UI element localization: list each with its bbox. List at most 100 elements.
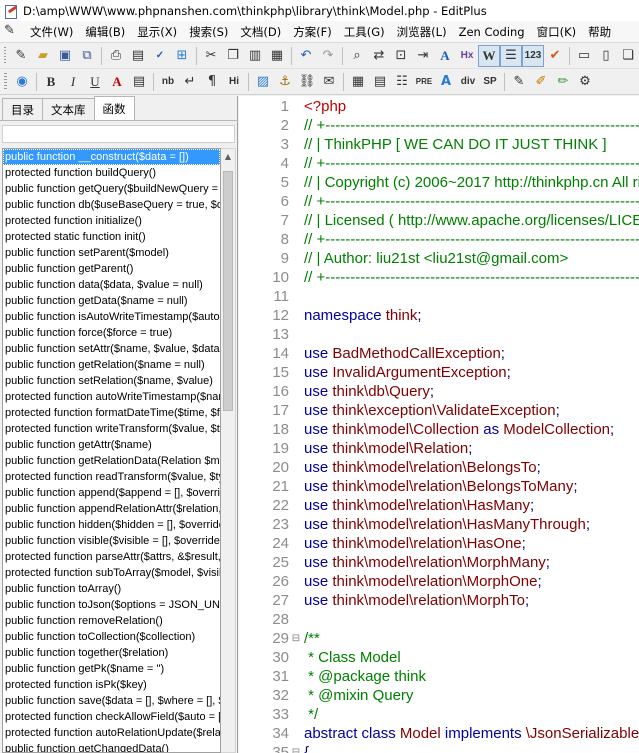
function-list-item[interactable]: public function save($data = [], $where … <box>3 693 220 709</box>
code-line[interactable]: use think\model\relation\BelongsTo; <box>304 458 541 477</box>
check-icon[interactable]: ✔ <box>544 45 566 67</box>
function-list-item[interactable]: protected function isPk($key) <box>3 677 220 693</box>
function-list-item[interactable]: public function getPk($name = '') <box>3 661 220 677</box>
code-line[interactable]: use think\model\relation\HasOne; <box>304 534 526 553</box>
code-line[interactable]: // | Copyright (c) 2006~2017 http://thin… <box>304 173 639 192</box>
code-line[interactable]: use think\model\Collection as ModelColle… <box>304 420 614 439</box>
font-icon[interactable]: A <box>434 45 456 67</box>
code-line[interactable]: <?php <box>304 97 346 116</box>
function-list-item[interactable]: protected function buildQuery() <box>3 165 220 181</box>
function-list-item[interactable]: public function toCollection($collection… <box>3 629 220 645</box>
code-line[interactable]: */ <box>304 705 318 724</box>
code-line[interactable]: use InvalidArgumentException; <box>304 363 511 382</box>
scrollbar-thumb[interactable] <box>223 171 233 411</box>
image-icon[interactable]: ▨ <box>252 71 274 93</box>
toolbar-grip[interactable] <box>4 72 7 91</box>
code-line[interactable]: abstract class Model implements \JsonSer… <box>304 724 639 743</box>
email-icon[interactable]: ✉ <box>318 71 340 93</box>
function-list-item[interactable]: public function append($append = [], $ov… <box>3 485 220 501</box>
style-icon[interactable]: ✏ <box>552 71 574 93</box>
code-line[interactable]: * Class Model <box>304 648 401 667</box>
save-icon[interactable]: ▣ <box>54 45 76 67</box>
function-list-item[interactable]: public function data($data, $value = nul… <box>3 277 220 293</box>
toolbar-grip[interactable] <box>4 46 6 65</box>
open-file-icon[interactable]: ▰ <box>32 45 54 67</box>
code-line[interactable]: * @mixin Query <box>304 686 413 705</box>
browser-preview-icon[interactable]: ◉ <box>11 71 33 93</box>
code-line[interactable]: use think\model\relation\MorphTo; <box>304 591 529 610</box>
function-list-item[interactable]: public function setAttr($name, $value, $… <box>3 341 220 357</box>
span-button[interactable]: SP <box>479 71 501 93</box>
function-filter-input[interactable] <box>2 125 235 143</box>
line-number-icon[interactable]: 123 <box>522 44 544 67</box>
undo-icon[interactable]: ↶ <box>295 45 317 67</box>
function-list-item[interactable]: public function setRelation($name, $valu… <box>3 373 220 389</box>
anchor-icon[interactable]: ⚓ <box>274 71 296 93</box>
scroll-up-icon[interactable]: ▲ <box>221 149 235 165</box>
code-line[interactable]: // +------------------------------------… <box>304 230 639 249</box>
function-list-item[interactable]: public function getAttr($name) <box>3 437 220 453</box>
function-list-item[interactable]: public function toArray() <box>3 581 220 597</box>
cut-icon[interactable]: ✂ <box>200 45 222 67</box>
code-line[interactable]: // | ThinkPHP [ WE CAN DO IT JUST THINK … <box>304 135 607 154</box>
function-list-item[interactable]: protected function parseAttr($attrs, &$r… <box>3 549 220 565</box>
code-line[interactable]: use think\model\relation\MorphMany; <box>304 553 550 572</box>
word-wrap-icon[interactable]: W <box>478 44 500 67</box>
function-list-item[interactable]: public function getRelationData(Relation… <box>3 453 220 469</box>
code-line[interactable]: use think\exception\ValidateException; <box>304 401 560 420</box>
menu-edit[interactable]: 编辑(B) <box>79 22 131 42</box>
menu-help[interactable]: 帮助 <box>582 22 617 42</box>
find-in-files-icon[interactable]: ⊡ <box>390 45 412 67</box>
function-list-item[interactable]: public function removeRelation() <box>3 613 220 629</box>
fold-toggle-icon[interactable]: ⊟ <box>291 743 301 753</box>
line-break-button[interactable]: ↵ <box>179 71 201 93</box>
nbsp-button[interactable]: nb <box>157 71 179 93</box>
find-icon[interactable]: ⌕ <box>346 45 368 67</box>
tab-functions[interactable]: 函数 <box>93 96 135 120</box>
function-list-item[interactable]: protected function initialize() <box>3 213 220 229</box>
link-icon[interactable]: ⛓ <box>296 71 318 93</box>
code-line[interactable]: * @package think <box>304 667 426 686</box>
function-list-item[interactable]: public function isAutoWriteTimestamp($au… <box>3 309 220 325</box>
code-line[interactable]: // | Author: liu21st <liu21st@gmail.com> <box>304 249 568 268</box>
code-line[interactable]: namespace think; <box>304 306 422 325</box>
function-list-item[interactable]: public function toJson($options = JSON_U… <box>3 597 220 613</box>
color-icon[interactable]: ✐ <box>530 71 552 93</box>
edit-icon[interactable]: ✎ <box>508 71 530 93</box>
function-list-scrollbar[interactable]: ▲ <box>221 148 236 753</box>
font-color-button[interactable]: A <box>106 71 128 93</box>
new-file-icon[interactable]: ✎ <box>10 45 32 67</box>
function-list[interactable]: public function __construct($data = []) p… <box>2 148 221 753</box>
function-list-item[interactable]: public function getQuery($buildNewQuery … <box>3 181 220 197</box>
editplus-app-icon[interactable] <box>4 4 18 19</box>
clipboard-icon[interactable]: ▦ <box>266 45 288 67</box>
div-button[interactable]: div <box>457 71 479 93</box>
code-line[interactable]: use think\model\relation\HasMany; <box>304 496 534 515</box>
spell-check-icon[interactable]: ✓ <box>149 45 171 67</box>
bold-button[interactable]: B <box>40 71 62 93</box>
function-list-item[interactable]: public function getParent() <box>3 261 220 277</box>
list-icon[interactable]: ☷ <box>391 71 413 93</box>
function-list-item[interactable]: public function visible($visible = [], $… <box>3 533 220 549</box>
code-line[interactable]: // +------------------------------------… <box>304 192 639 211</box>
code-line[interactable]: use think\db\Query; <box>304 382 434 401</box>
menu-view[interactable]: 显示(X) <box>131 22 183 42</box>
underline-button[interactable]: U <box>84 71 106 93</box>
code-editor[interactable]: 1 2 3 4 5 6 7 8 9 10 11 12 13 14 15 16 17 18 19 20 21 22 23 24 2… <box>239 96 639 753</box>
menu-file[interactable]: 文件(W) <box>24 22 79 42</box>
function-list-item[interactable]: protected static function init() <box>3 229 220 245</box>
menu-tools[interactable]: 工具(G) <box>338 22 391 42</box>
tab-directory[interactable]: 目录 <box>2 98 43 120</box>
code-line[interactable]: use BadMethodCallException; <box>304 344 505 363</box>
code-line[interactable]: use think\model\relation\HasManyThrough; <box>304 515 590 534</box>
tab-cliptext[interactable]: 文本库 <box>42 98 95 120</box>
function-list-item[interactable]: protected function autoRelationUpdate($r… <box>3 725 220 741</box>
menu-search[interactable]: 搜索(S) <box>183 22 234 42</box>
redo-icon[interactable]: ↷ <box>317 45 339 67</box>
function-list-item[interactable]: protected function autoWriteTimestamp($n… <box>3 389 220 405</box>
font-letter-icon[interactable]: A <box>435 71 457 93</box>
browser-icon[interactable]: ⊞ <box>171 45 193 67</box>
menu-document[interactable]: 文档(D) <box>234 22 287 42</box>
function-list-item[interactable]: protected function writeTransform($value… <box>3 421 220 437</box>
function-list-item[interactable]: public function getData($name = null) <box>3 293 220 309</box>
